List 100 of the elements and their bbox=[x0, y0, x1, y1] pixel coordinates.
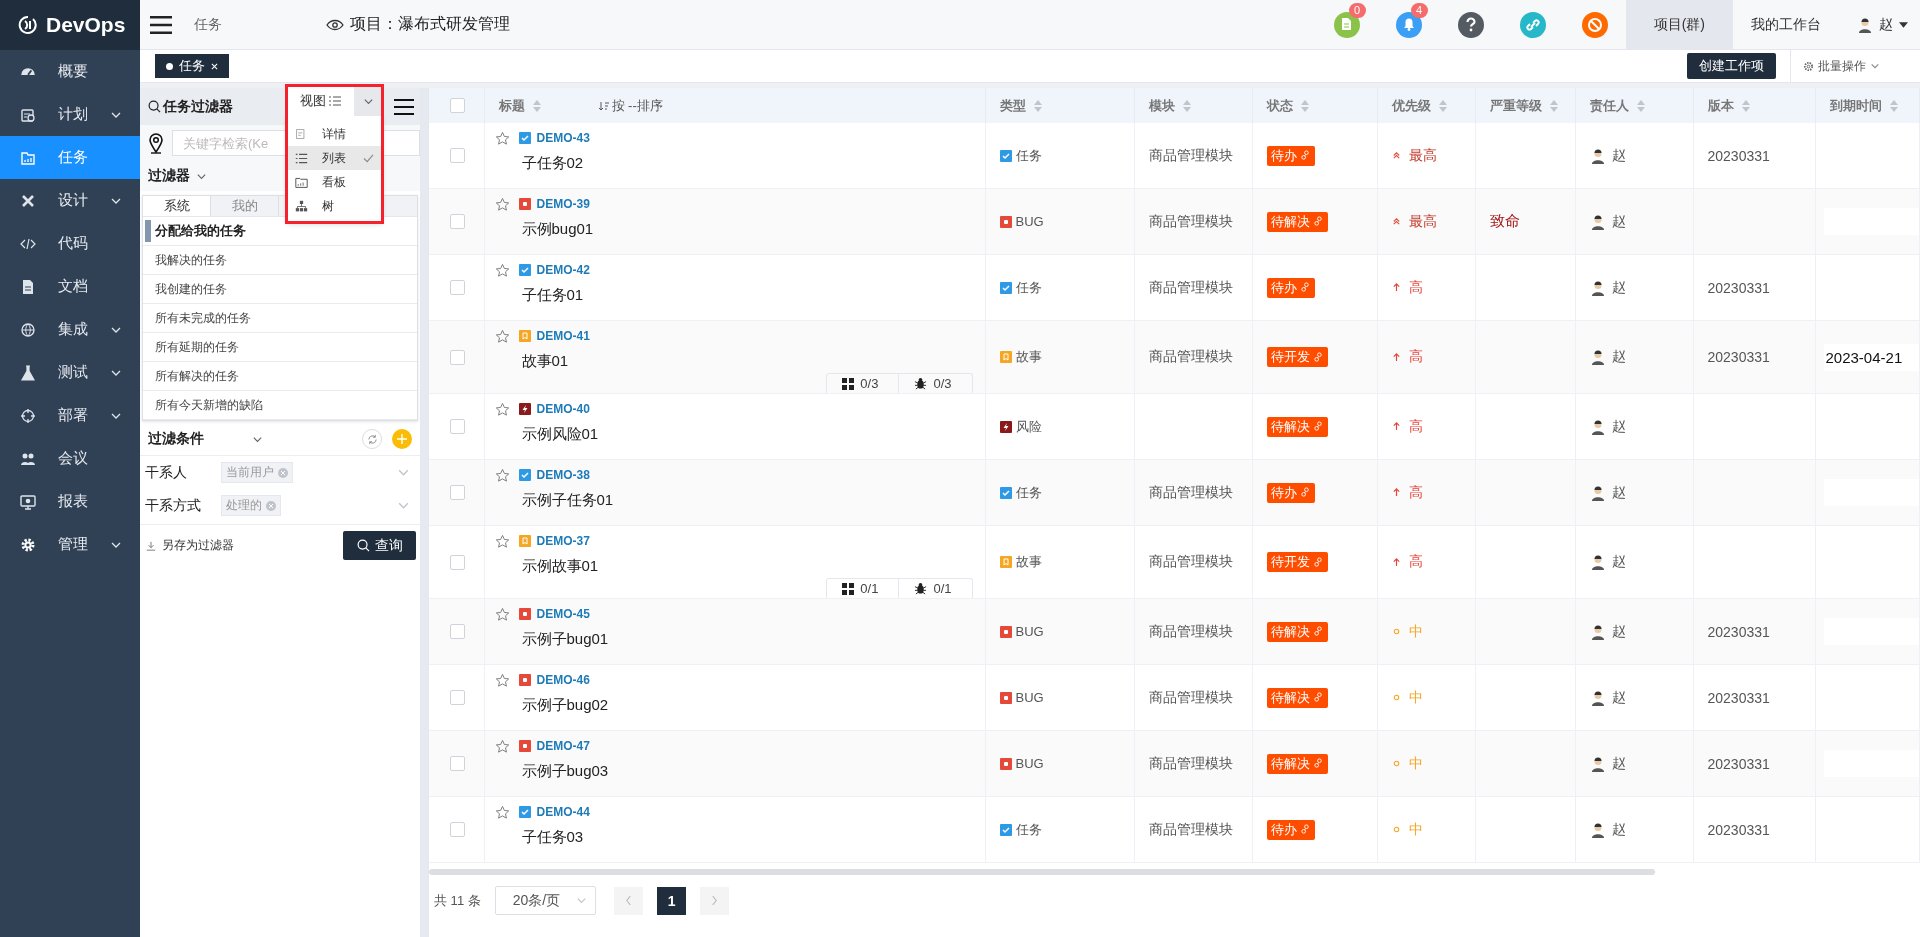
item-title: 示例子bug02 bbox=[521, 695, 610, 714]
priority-label: 中 bbox=[1408, 688, 1423, 707]
table-cell: 20230331 bbox=[1693, 730, 1815, 797]
item-title: 子任务02 bbox=[521, 153, 585, 172]
table-cell: 20230331 bbox=[1693, 320, 1815, 394]
table-cell: 20230331 bbox=[1693, 664, 1815, 731]
table-cell: 20230331 bbox=[1693, 123, 1815, 189]
table-cell: 商品管理模块 bbox=[1134, 796, 1252, 863]
nav-label: 报表 bbox=[58, 492, 89, 511]
menu-item-label: 详情 bbox=[322, 125, 347, 143]
type-label: 任务 bbox=[1015, 146, 1042, 165]
count-label: 0/3 bbox=[860, 376, 879, 391]
table-cell: 商品管理模块 bbox=[1134, 598, 1252, 665]
nav-label: 测试 bbox=[58, 363, 88, 382]
table-cell: 20230331 bbox=[1693, 598, 1815, 665]
priority-label: 高 bbox=[1408, 553, 1423, 571]
column-header: 责任人 bbox=[1589, 96, 1629, 115]
table-cell: 20230331 bbox=[1693, 254, 1815, 321]
table-cell: 商品管理模块 bbox=[1134, 188, 1252, 255]
assignee-name: 赵 bbox=[1611, 820, 1626, 839]
table-cell: 20230331 bbox=[1693, 796, 1815, 863]
total-count: 共 11 条 bbox=[434, 891, 481, 910]
type-label: 任务 bbox=[1015, 483, 1042, 502]
assignee-name: 赵 bbox=[1611, 348, 1626, 366]
column-header: 类型 bbox=[999, 96, 1026, 115]
table-cell: 商品管理模块 bbox=[1134, 459, 1252, 526]
table-cell: 商品管理模块 bbox=[1134, 123, 1252, 189]
column-header: 到期时间 bbox=[1829, 96, 1882, 115]
assignee-name: 赵 bbox=[1611, 754, 1626, 773]
column-header: 版本 bbox=[1707, 96, 1734, 115]
menu-item-label: 树 bbox=[322, 197, 335, 215]
table-cell: 商品管理模块 bbox=[1134, 730, 1252, 797]
priority-label: 高 bbox=[1408, 278, 1423, 297]
type-label: BUG bbox=[1015, 624, 1044, 639]
assignee-name: 赵 bbox=[1611, 622, 1626, 641]
count-label: 0/1 bbox=[933, 581, 952, 596]
column-header: 严重等级 bbox=[1489, 96, 1542, 115]
section-heading: 过滤条件 bbox=[148, 430, 205, 448]
nav-label: 文档 bbox=[58, 277, 89, 296]
status-label: 待办 bbox=[1270, 278, 1297, 297]
nav-label: 计划 bbox=[58, 105, 88, 124]
item-title: 子任务01 bbox=[521, 285, 585, 304]
assignee-name: 赵 bbox=[1611, 417, 1626, 436]
priority-label: 中 bbox=[1408, 820, 1423, 839]
tag-label: 当前用户 bbox=[226, 464, 274, 481]
priority-label: 高 bbox=[1408, 348, 1423, 366]
nav-label: 会议 bbox=[58, 449, 89, 468]
item-title: 示例子任务01 bbox=[521, 490, 615, 509]
type-label: BUG bbox=[1015, 214, 1044, 229]
status-label: 待办 bbox=[1270, 146, 1297, 165]
item-title: 故事01 bbox=[521, 351, 570, 370]
assignee-name: 赵 bbox=[1611, 212, 1626, 231]
status-label: 待解决 bbox=[1270, 417, 1310, 436]
item-title: 示例子bug01 bbox=[521, 629, 610, 648]
count-badge: 4 bbox=[1410, 2, 1428, 18]
priority-label: 高 bbox=[1408, 483, 1423, 502]
status-label: 待办 bbox=[1270, 483, 1297, 502]
priority-label: 中 bbox=[1408, 622, 1423, 641]
assignee-name: 赵 bbox=[1611, 553, 1626, 571]
nav-label: 设计 bbox=[58, 191, 88, 210]
item-title: 示例bug01 bbox=[521, 219, 595, 238]
priority-label: 中 bbox=[1408, 754, 1423, 773]
status-label: 待解决 bbox=[1270, 212, 1310, 231]
count-label: 0/3 bbox=[933, 376, 952, 391]
assignee-name: 赵 bbox=[1611, 146, 1626, 165]
item-title: 示例子bug03 bbox=[521, 761, 610, 780]
nav-label: 集成 bbox=[58, 320, 88, 339]
status-label: 待解决 bbox=[1270, 622, 1310, 641]
column-header: 标题 bbox=[498, 96, 525, 115]
priority-label: 高 bbox=[1408, 417, 1423, 436]
type-label: BUG bbox=[1015, 756, 1044, 771]
item-title: 示例风险01 bbox=[521, 424, 600, 443]
column-header: 优先级 bbox=[1391, 96, 1431, 115]
count-label: 0/1 bbox=[860, 581, 879, 596]
table-cell: 商品管理模块 bbox=[1134, 320, 1252, 394]
user-name: 赵 bbox=[1879, 15, 1893, 34]
condition-label: 干系方式 bbox=[145, 496, 202, 515]
breadcrumb: 任务 bbox=[194, 15, 222, 34]
type-label: 任务 bbox=[1015, 820, 1042, 839]
section-heading: 过滤器 bbox=[148, 167, 190, 185]
tag-label: 处理的 bbox=[226, 497, 262, 514]
type-label: 故事 bbox=[1015, 553, 1042, 571]
nav-label: 任务 bbox=[58, 148, 89, 167]
type-label: 任务 bbox=[1015, 278, 1042, 297]
table-cell: 商品管理模块 bbox=[1134, 254, 1252, 321]
assignee-name: 赵 bbox=[1611, 688, 1626, 707]
panel-title: 任务过滤器 bbox=[163, 97, 233, 116]
app-logo-text: DevOps bbox=[46, 13, 126, 37]
type-label: 风险 bbox=[1015, 417, 1042, 436]
nav-label: 代码 bbox=[58, 234, 89, 253]
table-cell: 商品管理模块 bbox=[1134, 525, 1252, 599]
assignee-name: 赵 bbox=[1611, 278, 1626, 297]
count-badge: 0 bbox=[1348, 2, 1366, 18]
condition-label: 干系人 bbox=[145, 463, 188, 482]
project-title: 项目：瀑布式研发管理 bbox=[350, 14, 510, 34]
assignee-name: 赵 bbox=[1611, 483, 1626, 502]
status-label: 待办 bbox=[1270, 820, 1297, 839]
menu-item-label: 列表 bbox=[322, 149, 347, 167]
status-label: 待解决 bbox=[1270, 688, 1310, 707]
priority-label: 最高 bbox=[1408, 146, 1437, 165]
